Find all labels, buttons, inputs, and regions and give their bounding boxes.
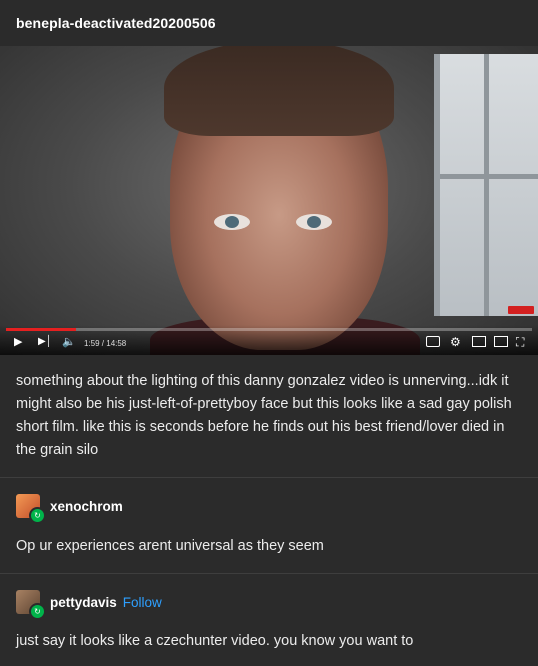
fullscreen-icon[interactable]: ⛶ (516, 335, 524, 349)
reblog-icon: ↻ (29, 507, 46, 524)
background-window (434, 54, 538, 316)
reply-header: ↻ xenochrom (16, 494, 123, 524)
username[interactable]: pettydavis (50, 595, 117, 610)
video-person-hair (164, 46, 394, 136)
video-player[interactable]: ▶ ▶│ 🔈 1:59 / 14:58 ⚙ ⛶ (0, 46, 538, 355)
volume-icon[interactable]: 🔈 (62, 335, 76, 349)
reply-text: Op ur experiences arent universal as the… (16, 538, 324, 554)
avatar[interactable]: ↻ (16, 494, 46, 524)
avatar[interactable]: ↻ (16, 590, 46, 620)
channel-badge (508, 306, 534, 314)
post-caption: something about the lighting of this dan… (16, 373, 512, 458)
theater-icon[interactable] (494, 336, 508, 347)
username[interactable]: xenochrom (50, 499, 123, 514)
progress-played (6, 328, 76, 331)
post-header: benepla-deactivated20200506 (0, 0, 538, 46)
reply-header: ↻ pettydavis Follow (16, 590, 162, 620)
play-icon[interactable]: ▶ (14, 335, 22, 349)
progress-bar[interactable] (6, 328, 532, 331)
follow-button[interactable]: Follow (123, 595, 162, 610)
video-person-eye (214, 214, 250, 230)
divider (0, 573, 538, 574)
blog-name[interactable]: benepla-deactivated20200506 (16, 15, 216, 31)
settings-icon[interactable]: ⚙ (450, 335, 461, 349)
divider (0, 477, 538, 478)
cc-icon[interactable] (426, 336, 440, 347)
next-icon[interactable]: ▶│ (38, 335, 52, 349)
time-display: 1:59 / 14:58 (84, 339, 127, 348)
reply-text: just say it looks like a czechunter vide… (16, 633, 414, 649)
miniplayer-icon[interactable] (472, 336, 486, 347)
reblog-icon: ↻ (29, 603, 46, 620)
video-person-eye (296, 214, 332, 230)
